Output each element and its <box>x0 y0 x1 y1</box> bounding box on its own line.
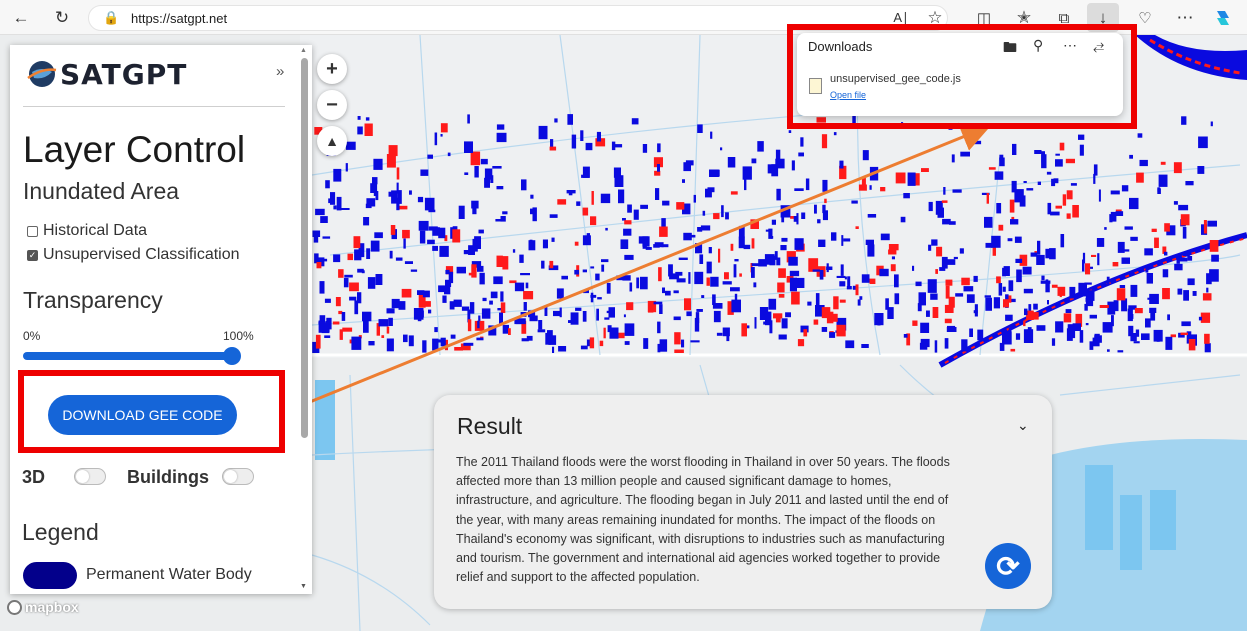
panel-scrollbar[interactable] <box>301 58 308 438</box>
regenerate-button[interactable]: ⟳ <box>985 543 1031 589</box>
mapbox-icon <box>7 599 22 615</box>
transparency-slider-track[interactable] <box>23 352 240 360</box>
scroll-up-icon[interactable]: ▲ <box>300 47 307 54</box>
transparency-min-label: 0% <box>23 329 41 343</box>
collapse-panel-button[interactable]: » <box>276 63 284 80</box>
satgpt-logo: SATGPT <box>26 57 187 91</box>
buildings-toggle-label: Buildings <box>127 467 209 487</box>
downloads-highlight-box <box>787 24 1137 129</box>
legend-heading: Legend <box>22 519 99 545</box>
panel-title: Layer Control <box>23 129 246 170</box>
result-title: Result <box>457 413 523 439</box>
scroll-down-icon[interactable]: ▼ <box>300 583 307 590</box>
transparency-heading: Transparency <box>23 287 163 313</box>
historical-data-checkbox[interactable] <box>27 225 38 237</box>
divider <box>23 106 285 107</box>
permanent-water-swatch <box>23 562 77 589</box>
historical-data-label[interactable]: Historical Data <box>43 222 147 240</box>
transparency-max-label: 100% <box>223 329 254 343</box>
logo-text: SATGPT <box>60 57 188 91</box>
panel-subtitle: Inundated Area <box>23 178 180 204</box>
refresh-icon: ⟳ <box>996 550 1020 582</box>
permanent-water-label: Permanent Water Body <box>86 566 252 583</box>
result-card: Result ⌄ The 2011 Thailand floods were t… <box>434 395 1052 609</box>
unsupervised-classification-label[interactable]: Unsupervised Classification <box>43 246 240 264</box>
mapbox-text: mapbox <box>25 599 79 615</box>
unsupervised-classification-checkbox-row[interactable]: ✓ Unsupervised Classification <box>27 246 240 264</box>
mapbox-logo[interactable]: mapbox <box>7 599 79 615</box>
download-button-highlight-box <box>18 370 285 453</box>
3d-toggle[interactable] <box>74 468 106 485</box>
unsupervised-classification-checkbox[interactable]: ✓ <box>27 249 38 261</box>
globe-icon <box>27 61 57 87</box>
historical-data-checkbox-row[interactable]: Historical Data <box>27 222 147 240</box>
layer-control-panel: SATGPT » Layer Control Inundated Area Hi… <box>10 45 312 594</box>
buildings-toggle[interactable] <box>222 468 254 485</box>
3d-toggle-label: 3D <box>22 467 46 487</box>
chevron-down-icon[interactable]: ⌄ <box>1017 417 1029 434</box>
result-text: The 2011 Thailand floods were the worst … <box>456 455 950 585</box>
transparency-slider-thumb[interactable] <box>223 347 241 365</box>
